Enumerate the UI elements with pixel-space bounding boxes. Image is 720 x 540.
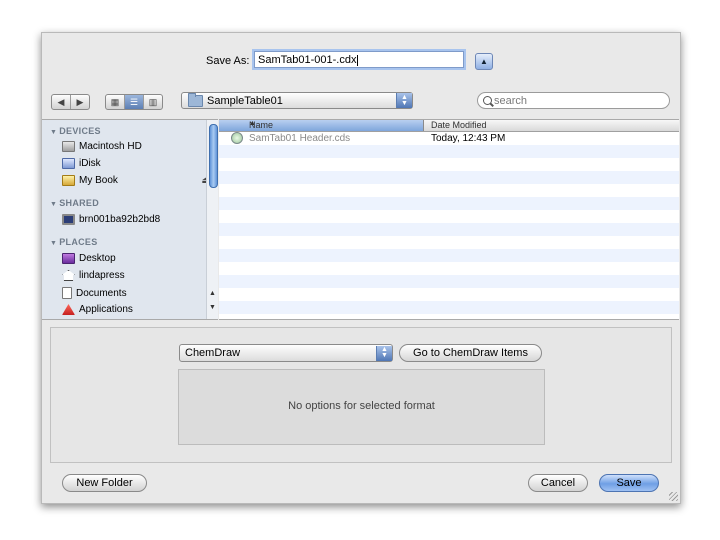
folder-icon xyxy=(188,92,203,107)
list-stripe xyxy=(219,223,679,236)
sidebar-item-macintosh-hd[interactable]: Macintosh HD xyxy=(62,141,202,152)
search-input[interactable]: search xyxy=(477,92,670,109)
sidebar-section-places[interactable]: ▼ PLACES xyxy=(50,237,98,247)
new-folder-button[interactable]: New Folder xyxy=(62,474,147,492)
popup-arrows-icon: ▲ ▼ xyxy=(396,93,412,108)
no-options-message: No options for selected format xyxy=(288,400,435,412)
list-stripe xyxy=(219,197,679,210)
list-stripe xyxy=(219,145,679,158)
back-arrow-icon[interactable]: ◀ xyxy=(52,95,71,109)
list-stripe xyxy=(219,249,679,262)
scroll-up-icon[interactable]: ▲ xyxy=(209,290,216,297)
popup-arrows-icon: ▲ ▼ xyxy=(376,345,392,361)
text-caret xyxy=(357,54,359,66)
external-drive-icon xyxy=(62,175,75,186)
save-dialog: Save As: SamTab01-001-.cdx ▲ ◀ ▶ ▦ ☰ ▥ S… xyxy=(41,32,681,504)
format-options-panel: No options for selected format xyxy=(178,369,545,445)
sidebar-item-my-book[interactable]: My Book⏏ xyxy=(62,175,218,186)
applications-icon xyxy=(62,304,75,315)
view-mode-buttons: ▦ ☰ ▥ xyxy=(105,94,163,110)
list-view-icon[interactable]: ☰ xyxy=(125,95,144,109)
file-name: SamTab01 Header.cds xyxy=(249,133,351,144)
list-stripe xyxy=(219,301,679,314)
resize-grip-icon[interactable] xyxy=(669,492,678,501)
cancel-button[interactable]: Cancel xyxy=(528,474,588,492)
column-header-name[interactable]: Name ▲ xyxy=(219,120,424,131)
save-as-label: Save As: xyxy=(206,55,250,67)
sidebar-item-desktop[interactable]: Desktop xyxy=(62,253,202,264)
sidebar-item-brn001ba92b2bd8[interactable]: brn001ba92b2bd8 xyxy=(62,214,202,225)
desktop-icon xyxy=(62,253,75,264)
list-header: Name ▲ Date Modified xyxy=(219,120,679,132)
sidebar: ▼DEVICES Macintosh HD iDisk My Book⏏ ▼SH… xyxy=(42,119,218,320)
scrollbar-thumb[interactable] xyxy=(209,124,218,188)
collapse-disclosure-button[interactable]: ▲ xyxy=(475,53,493,70)
sort-ascending-icon: ▲ xyxy=(249,120,256,127)
chemdraw-file-icon xyxy=(231,132,243,144)
computer-icon xyxy=(62,214,75,225)
sidebar-item-applications[interactable]: Applications xyxy=(62,304,202,315)
table-row[interactable]: SamTab01 Header.cds Today, 12:43 PM xyxy=(219,132,679,145)
search-icon xyxy=(483,96,492,105)
home-icon xyxy=(62,270,75,281)
disclosure-triangle-icon: ▼ xyxy=(50,129,58,136)
list-stripe xyxy=(219,275,679,288)
current-folder-label: SampleTable01 xyxy=(207,94,283,107)
save-button[interactable]: Save xyxy=(599,474,659,492)
sidebar-scrollbar[interactable]: ▲ ▼ xyxy=(206,120,218,319)
icon-view-icon[interactable]: ▦ xyxy=(106,95,125,109)
format-selected: ChemDraw xyxy=(185,347,241,359)
search-placeholder: search xyxy=(494,94,528,107)
back-forward-buttons: ◀ ▶ xyxy=(51,94,90,110)
list-stripe xyxy=(219,171,679,184)
hard-drive-icon xyxy=(62,141,75,152)
idisk-icon xyxy=(62,158,75,169)
file-list: Name ▲ Date Modified SamTab01 Header.cds… xyxy=(219,119,679,320)
documents-icon xyxy=(62,287,72,299)
disclosure-triangle-icon: ▼ xyxy=(50,201,58,208)
column-view-icon[interactable]: ▥ xyxy=(144,95,162,109)
go-to-chemdraw-items-button[interactable]: Go to ChemDraw Items xyxy=(399,344,542,362)
file-date: Today, 12:43 PM xyxy=(431,133,506,144)
scroll-down-icon[interactable]: ▼ xyxy=(209,304,216,311)
sidebar-section-shared[interactable]: ▼ SHARED xyxy=(50,198,99,208)
forward-arrow-icon[interactable]: ▶ xyxy=(71,95,89,109)
filename-input[interactable]: SamTab01-001-.cdx xyxy=(254,51,464,68)
folder-path-popup[interactable]: SampleTable01 ▲ ▼ xyxy=(181,92,413,109)
sidebar-item-documents[interactable]: Documents xyxy=(62,287,202,299)
column-header-date-modified[interactable]: Date Modified xyxy=(431,120,487,130)
filename-text: SamTab01-001-.cdx xyxy=(258,54,357,66)
format-popup[interactable]: ChemDraw ▲ ▼ xyxy=(179,344,393,362)
sidebar-section-devices[interactable]: ▼ DEVICES xyxy=(50,126,101,136)
sidebar-item-idisk[interactable]: iDisk xyxy=(62,158,202,169)
sidebar-item-lindapress[interactable]: lindapress xyxy=(62,270,202,281)
disclosure-triangle-icon: ▼ xyxy=(50,240,58,247)
